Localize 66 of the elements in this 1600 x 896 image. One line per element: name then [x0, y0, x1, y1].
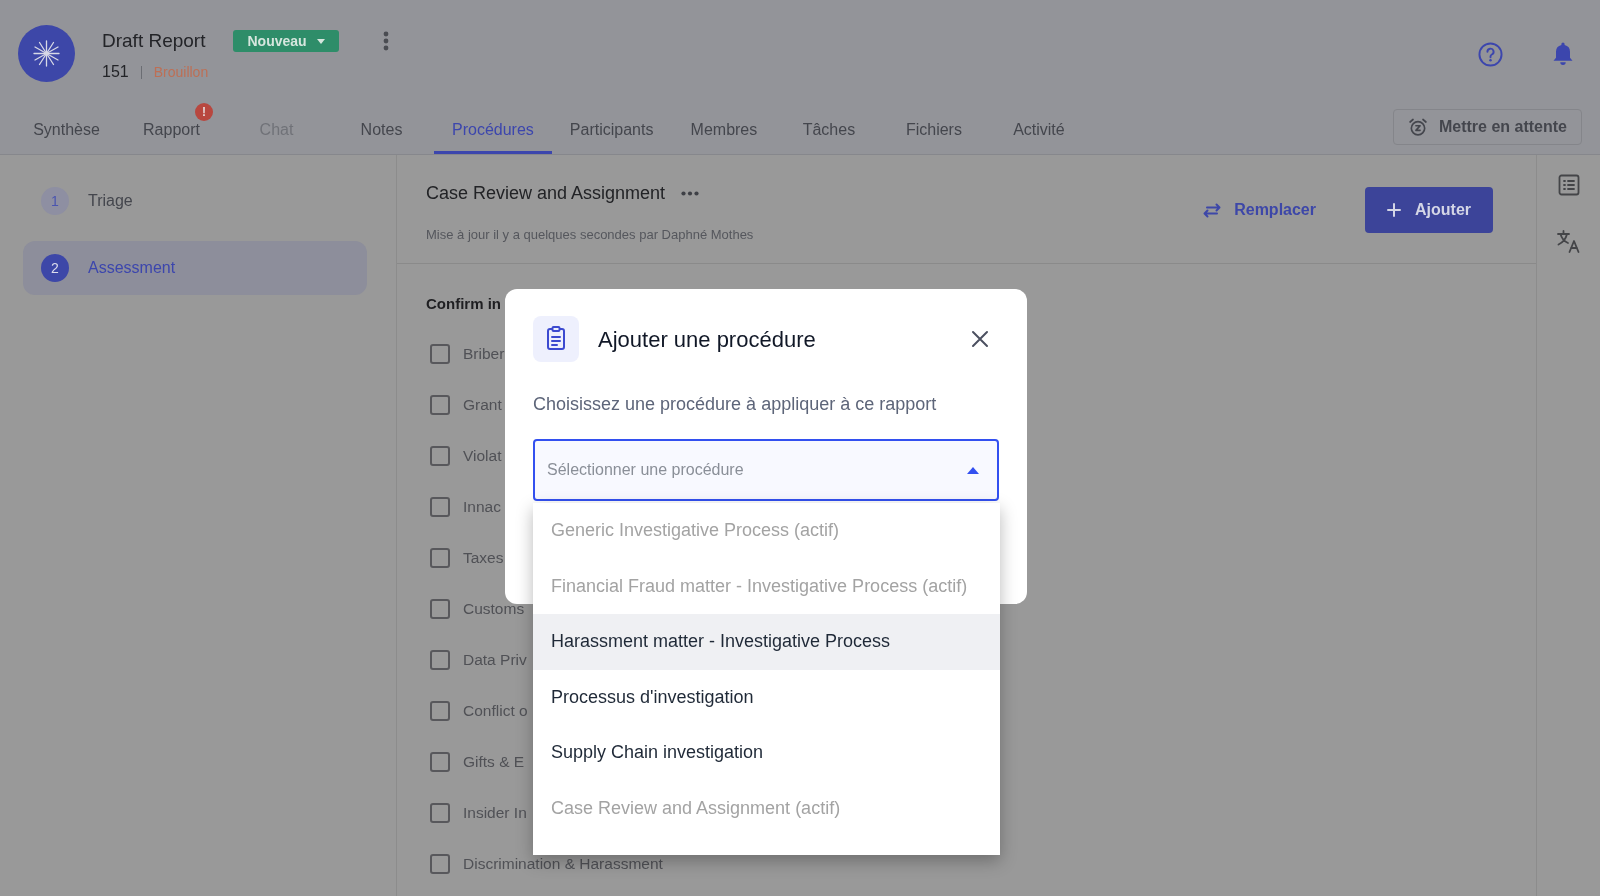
nav-tab[interactable]: Notes: [329, 106, 434, 154]
report-number: 151: [102, 62, 129, 82]
checklist-heading: Confirm in: [426, 295, 502, 313]
close-icon: [971, 330, 989, 348]
checkbox[interactable]: [430, 751, 450, 772]
nav-tab[interactable]: Procédures: [434, 106, 552, 154]
alert-badge: !: [194, 102, 213, 121]
checkbox-label: Discrimination & Harassment: [463, 853, 663, 874]
checkbox[interactable]: [430, 598, 450, 619]
dropdown-option[interactable]: Processus d'investigation: [533, 669, 1000, 725]
update-info: Mise à jour il y a quelques secondes par Daphné Mothes: [426, 227, 754, 243]
list-icon[interactable]: [1556, 173, 1581, 197]
checkbox[interactable]: [430, 649, 450, 670]
checkbox[interactable]: [430, 445, 450, 466]
close-button[interactable]: [970, 329, 990, 349]
checkbox-label: Grant: [463, 394, 502, 415]
translate-icon[interactable]: [1555, 228, 1582, 254]
checkbox[interactable]: [430, 394, 450, 415]
caret-up-icon: [967, 466, 979, 474]
checkbox-label: Gifts & E: [463, 751, 525, 772]
nav-tab[interactable]: Tâches: [776, 106, 882, 154]
step-number: 1: [41, 187, 69, 215]
checkbox-label: Insider In: [463, 802, 527, 823]
step-number: 2: [41, 254, 69, 282]
dropdown-option[interactable]: Supply Chain investigation: [533, 725, 1000, 781]
checkbox[interactable]: [430, 700, 450, 721]
checkbox-label: Innac: [463, 496, 501, 517]
checkbox-label: Violat: [463, 445, 502, 466]
nav-tab[interactable]: Membres: [671, 106, 777, 154]
report-title: Draft Report: [102, 29, 206, 53]
bell-icon[interactable]: [1551, 41, 1575, 67]
checkbox-label: Briber: [463, 343, 505, 364]
dropdown-option[interactable]: Harassment matter - Investigative Process: [533, 614, 1000, 670]
checkbox[interactable]: [430, 343, 450, 364]
checkbox-label: Customs: [463, 598, 525, 619]
modal-title: Ajouter une procédure: [598, 325, 816, 354]
more-options-icon[interactable]: [382, 31, 389, 51]
checkbox[interactable]: [430, 496, 450, 517]
nav-tab[interactable]: Synthèse: [14, 106, 119, 154]
nav-tab[interactable]: Fichiers: [881, 106, 987, 154]
step-item[interactable]: 2 Assessment: [23, 241, 367, 295]
nav-tab[interactable]: Activité: [986, 106, 1092, 154]
hold-button[interactable]: Mettre en attente: [1392, 109, 1582, 145]
status-dropdown[interactable]: Nouveau: [233, 30, 339, 52]
checkbox-label: Data Priv: [463, 649, 527, 670]
starburst-logo: [18, 25, 75, 82]
checkbox[interactable]: [430, 802, 450, 823]
checkbox[interactable]: [430, 853, 450, 874]
alarm-clock-icon: [1407, 117, 1428, 137]
checkbox-label: Taxes: [463, 547, 504, 568]
report-status: Brouillon: [153, 62, 209, 82]
add-button[interactable]: Ajouter: [1365, 187, 1493, 233]
clipboard-icon: [533, 316, 579, 362]
checkbox[interactable]: [430, 547, 450, 568]
more-options-icon[interactable]: [681, 190, 700, 196]
plus-icon: [1387, 203, 1401, 217]
caret-down-icon: [316, 38, 325, 44]
help-icon[interactable]: [1478, 41, 1503, 67]
swap-arrows-icon: [1203, 202, 1222, 218]
step-item[interactable]: 1 Triage: [23, 174, 367, 228]
replace-button[interactable]: Remplacer: [1203, 198, 1316, 222]
procedure-select[interactable]: Sélectionner une procédure: [533, 439, 999, 501]
checkbox-label: Conflict o: [463, 700, 528, 721]
modal-prompt: Choisissez une procédure à appliquer à ce rapport: [533, 393, 938, 416]
nav-tab[interactable]: Participants: [551, 106, 672, 154]
procedure-title: Case Review and Assignment: [426, 181, 666, 205]
